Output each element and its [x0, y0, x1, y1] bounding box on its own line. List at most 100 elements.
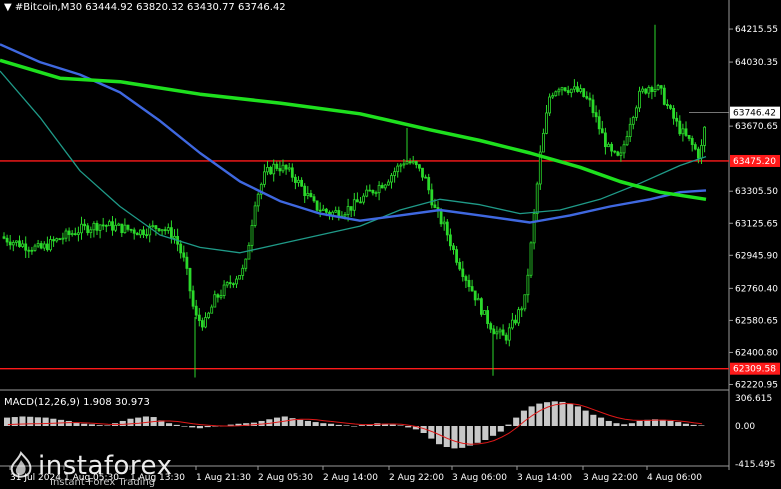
candle-body — [80, 223, 83, 234]
candle-body — [576, 86, 579, 92]
candle-body — [70, 233, 74, 236]
candle-body — [548, 96, 551, 114]
candle-body — [108, 221, 111, 227]
candle-body — [461, 268, 465, 277]
candle-body — [318, 209, 322, 212]
candle-body — [585, 96, 589, 99]
candle-body — [312, 196, 316, 202]
level-upper-tag-label: 63475.20 — [733, 157, 776, 167]
candle-body — [89, 229, 93, 234]
candle-body — [569, 88, 573, 93]
macd-histogram-bar — [690, 424, 697, 426]
price-chart[interactable]: 63475.20 62309.58 63746.42 64215.55 64030.3… — [0, 0, 781, 489]
candle-body — [390, 175, 393, 183]
candle-body — [346, 206, 350, 215]
symbol-info: ▼ #Bitcoin,M30 63444.92 63820.32 63430.7… — [4, 2, 286, 13]
macd-histogram-bar — [482, 426, 489, 440]
candle-body — [114, 224, 117, 231]
candle-body — [42, 243, 46, 249]
candle-body — [557, 89, 561, 93]
candle-body — [417, 164, 421, 169]
price-axis: 64215.55 64030.35 63670.65 63305.50 63125.65… — [729, 25, 778, 390]
candle-body — [98, 224, 102, 231]
candle-body — [625, 136, 629, 146]
instaforex-logo-icon — [10, 451, 32, 478]
candle-body — [501, 329, 505, 336]
candle-body — [675, 117, 679, 122]
time-tick-label: 1 Aug 21:30 — [196, 473, 251, 483]
candle-body — [160, 229, 164, 232]
macd-histogram-bar — [582, 410, 589, 426]
candle-body — [573, 86, 576, 90]
macd-tick-label: -415.495 — [735, 460, 775, 470]
candle-body — [179, 243, 183, 254]
candle-body — [408, 161, 412, 164]
candle-body — [213, 294, 217, 308]
candle-body — [514, 319, 517, 324]
macd-histogram-bar — [320, 423, 327, 426]
macd-histogram-bar — [335, 424, 342, 426]
candle-body — [21, 243, 25, 247]
macd-histogram-bar — [397, 425, 404, 426]
candle-body — [126, 224, 130, 230]
candle-body — [489, 323, 493, 330]
candle-body — [49, 239, 52, 251]
candle-body — [684, 128, 688, 136]
candle-body — [11, 242, 15, 246]
candle-body — [334, 210, 338, 213]
dropdown-triangle-icon[interactable]: ▼ — [4, 2, 12, 13]
candle-body — [14, 240, 18, 243]
time-tick-label: 3 Aug 22:00 — [583, 473, 638, 483]
candle-body — [681, 128, 685, 135]
candle-body — [619, 152, 623, 156]
macd-histogram-bar — [466, 426, 473, 446]
macd-histogram-bar — [590, 414, 597, 426]
macd-histogram-bar — [682, 423, 689, 426]
candle-body — [666, 104, 669, 107]
macd-histogram-bar — [358, 425, 365, 426]
candle-body — [290, 167, 294, 178]
candle-body — [39, 243, 43, 249]
candle-body — [498, 329, 502, 333]
candle-body — [551, 95, 555, 98]
price-tick-label: 62945.90 — [735, 251, 778, 261]
candle-body — [253, 205, 257, 226]
moving-averages — [0, 43, 707, 254]
macd-histogram-bar — [297, 419, 304, 426]
candle-body — [284, 164, 288, 170]
candle-body — [315, 200, 319, 211]
candle-body — [27, 249, 31, 252]
ma-mid-line — [0, 43, 707, 224]
candle-body — [293, 176, 297, 183]
candle-body — [448, 234, 452, 247]
macd-histogram-bar — [104, 425, 111, 426]
candle-body — [247, 244, 251, 260]
time-tick-label: 2 Aug 14:00 — [323, 473, 378, 483]
candle-body — [697, 148, 700, 159]
candle-body — [8, 241, 12, 246]
candle-body — [532, 213, 536, 244]
candle-body — [610, 143, 613, 152]
macd-histogram-bar — [389, 424, 396, 426]
candle-body — [628, 123, 632, 138]
candle-body — [371, 190, 375, 194]
candle-body — [433, 204, 437, 208]
candle-body — [275, 163, 279, 169]
macd-histogram-bar — [34, 417, 41, 426]
candle-body — [563, 87, 567, 91]
macd-histogram-bar — [304, 420, 311, 426]
candle-body — [135, 232, 139, 236]
macd-histogram-bar — [698, 425, 705, 426]
candle-body — [216, 294, 220, 298]
macd-histogram-bar — [328, 423, 335, 426]
candle-body — [399, 164, 403, 167]
candle-body — [554, 91, 558, 96]
candle-body — [129, 228, 133, 231]
time-tick-label: 2 Aug 05:30 — [258, 473, 313, 483]
horizontal-levels[interactable]: 63475.20 62309.58 63746.42 — [0, 106, 780, 375]
candle-body — [455, 249, 459, 263]
ma-slow-line — [0, 58, 707, 202]
macd-histogram-bar — [196, 426, 203, 429]
candle-body — [517, 309, 520, 324]
macd-histogram-bar — [142, 416, 149, 426]
